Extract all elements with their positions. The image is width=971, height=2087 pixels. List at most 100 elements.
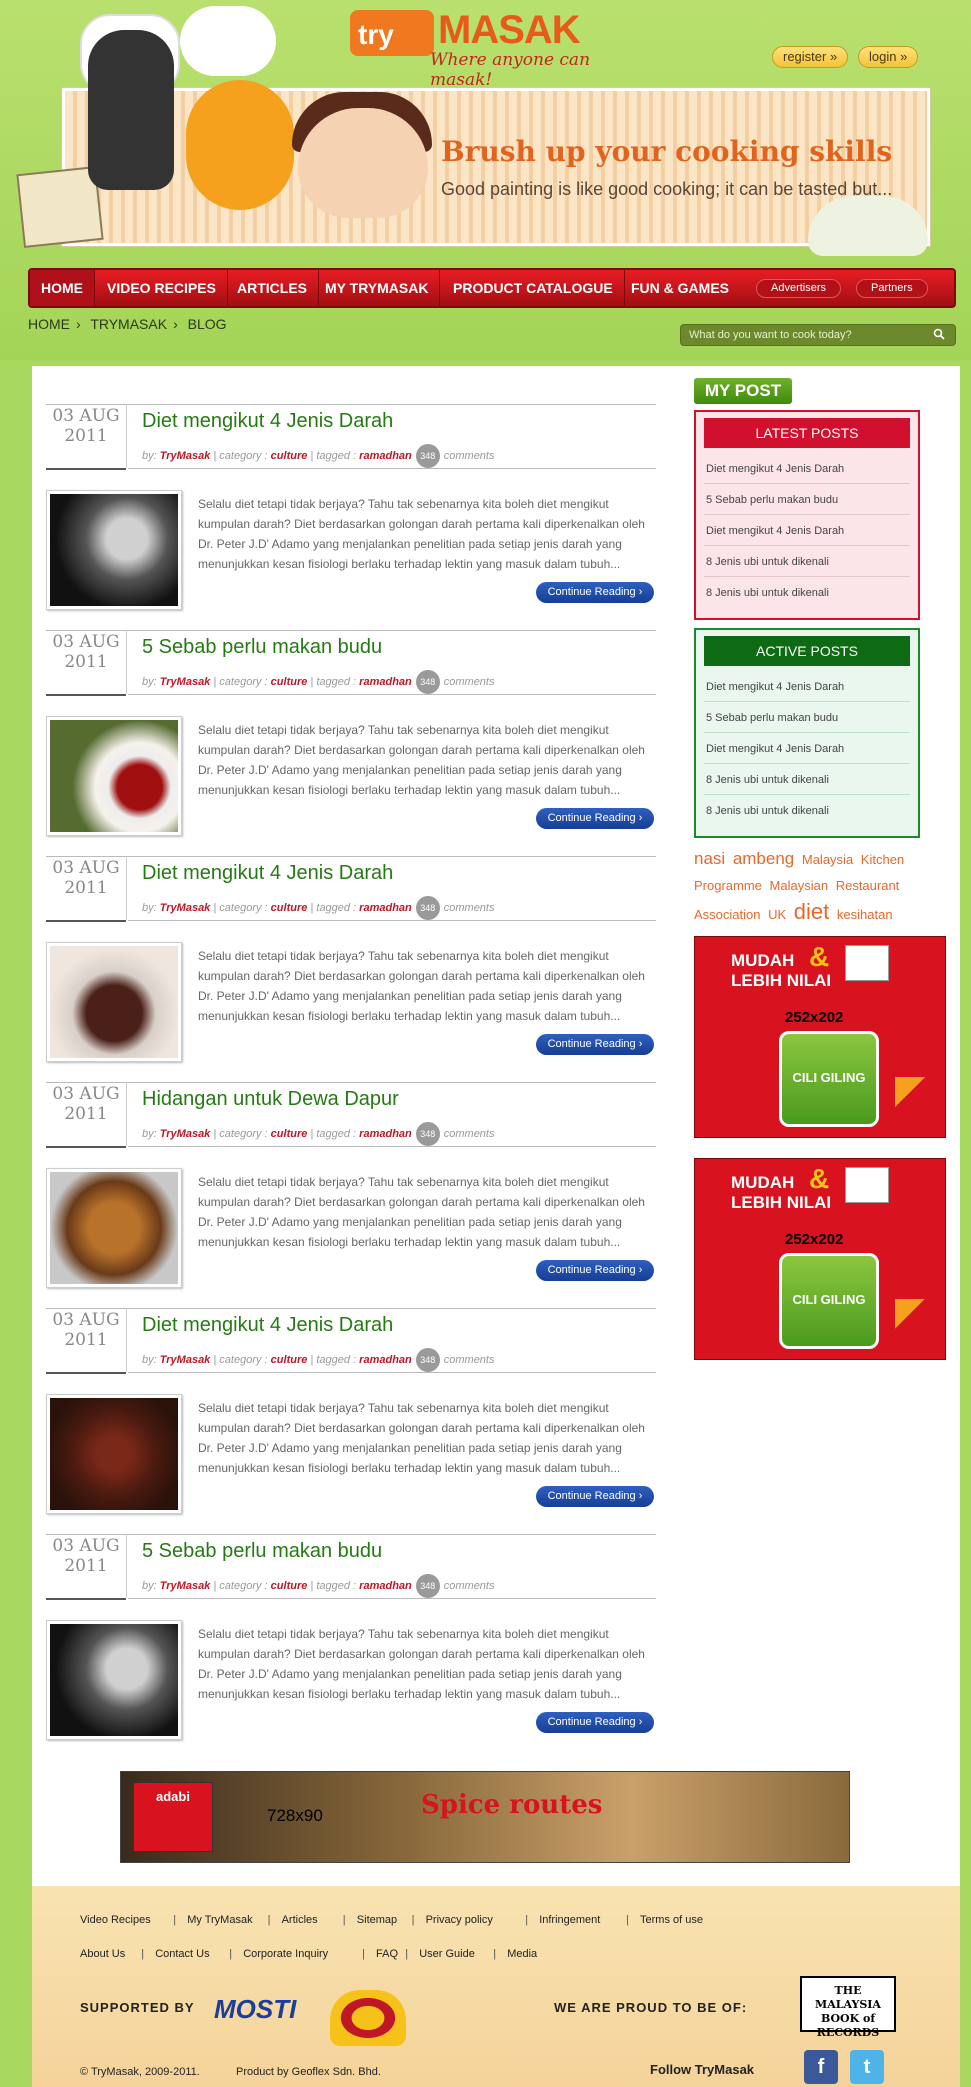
tag-link[interactable]: Kitchen: [861, 852, 904, 867]
post-author[interactable]: TryMasak: [160, 1580, 211, 1592]
nav-product-catalogue[interactable]: PRODUCT CATALOGUE: [442, 270, 625, 306]
latest-post-link[interactable]: 5 Sebab perlu makan budu: [704, 485, 910, 515]
post-author[interactable]: TryMasak: [160, 450, 211, 462]
comment-count-badge[interactable]: 348: [415, 896, 440, 920]
continue-reading-button[interactable]: Continue Reading ›: [536, 582, 654, 603]
comment-count-badge[interactable]: 348: [415, 670, 440, 694]
footer-link[interactable]: Video Recipes: [80, 1914, 151, 1926]
tag-link[interactable]: Programme: [694, 878, 762, 893]
login-button[interactable]: login »: [858, 46, 919, 68]
continue-reading-button[interactable]: Continue Reading ›: [536, 1712, 654, 1733]
footer-link[interactable]: Terms of use: [640, 1914, 703, 1926]
nav-home[interactable]: HOME: [30, 270, 95, 306]
nav-fun-games[interactable]: FUN & GAMES: [620, 270, 740, 306]
latest-post-link[interactable]: Diet mengikut 4 Jenis Darah: [704, 516, 910, 546]
comment-count-badge[interactable]: 348: [415, 1122, 440, 1146]
post-title[interactable]: Hidangan untuk Dewa Dapur: [142, 1088, 399, 1111]
tag-link[interactable]: Malaysian: [770, 878, 829, 893]
post-thumbnail[interactable]: [46, 1620, 182, 1740]
active-post-link[interactable]: 8 Jenis ubi untuk dikenali: [704, 796, 910, 826]
active-post-link[interactable]: Diet mengikut 4 Jenis Darah: [704, 734, 910, 764]
post-author[interactable]: TryMasak: [160, 902, 211, 914]
post-category[interactable]: culture: [271, 1354, 308, 1366]
post-tag[interactable]: ramadhan: [359, 902, 412, 914]
post-thumbnail[interactable]: [46, 1394, 182, 1514]
continue-reading-button[interactable]: Continue Reading ›: [536, 1486, 654, 1507]
footer-link[interactable]: Sitemap: [357, 1914, 397, 1926]
comment-count-badge[interactable]: 348: [415, 444, 440, 468]
post-title[interactable]: 5 Sebab perlu makan budu: [142, 1540, 382, 1563]
post-title[interactable]: 5 Sebab perlu makan budu: [142, 636, 382, 659]
register-button[interactable]: register »: [772, 46, 849, 68]
post-thumbnail[interactable]: [46, 1168, 182, 1288]
post-category[interactable]: culture: [271, 1128, 308, 1140]
footer-link[interactable]: About Us: [80, 1948, 125, 1960]
comment-count-badge[interactable]: 348: [415, 1574, 440, 1598]
post-category[interactable]: culture: [271, 450, 308, 462]
sidebar-ad-1[interactable]: MUDAH LEBIH NILAI & CILI GILING 252x202: [694, 936, 946, 1138]
post-thumbnail[interactable]: [46, 942, 182, 1062]
post-tag[interactable]: ramadhan: [359, 676, 412, 688]
breadcrumb-home[interactable]: HOME: [28, 316, 70, 332]
active-post-link[interactable]: 8 Jenis ubi untuk dikenali: [704, 765, 910, 795]
nav-articles[interactable]: ARTICLES: [226, 270, 319, 306]
breadcrumb-trymasak[interactable]: TRYMASAK: [90, 316, 167, 332]
continue-reading-button[interactable]: Continue Reading ›: [536, 808, 654, 829]
latest-post-link[interactable]: 8 Jenis ubi untuk dikenali: [704, 578, 910, 608]
post-title[interactable]: Diet mengikut 4 Jenis Darah: [142, 1314, 393, 1337]
post-tag[interactable]: ramadhan: [359, 1128, 412, 1140]
tag-link[interactable]: diet: [794, 899, 829, 924]
latest-post-link[interactable]: Diet mengikut 4 Jenis Darah: [704, 454, 910, 484]
mosti-logo[interactable]: MOSTI: [214, 1994, 296, 2025]
post-author[interactable]: TryMasak: [160, 1354, 211, 1366]
post-author[interactable]: TryMasak: [160, 1128, 211, 1140]
search-icon[interactable]: [933, 328, 947, 342]
site-logo[interactable]: try MASAK Where anyone can masak!: [350, 6, 650, 90]
tag-link[interactable]: ambeng: [733, 849, 794, 868]
post-title[interactable]: Diet mengikut 4 Jenis Darah: [142, 862, 393, 885]
nav-video-recipes[interactable]: VIDEO RECIPES: [96, 270, 228, 306]
tag-link[interactable]: Restaurant: [836, 878, 900, 893]
tag-link[interactable]: UK: [768, 907, 786, 922]
tag-link[interactable]: Malaysia: [802, 852, 853, 867]
post-category[interactable]: culture: [271, 1580, 308, 1592]
sidebar-ad-2[interactable]: MUDAH LEBIH NILAI & CILI GILING 252x202: [694, 1158, 946, 1360]
continue-reading-button[interactable]: Continue Reading ›: [536, 1034, 654, 1055]
footer-link[interactable]: Infringement: [539, 1914, 600, 1926]
meta-tagged-label: tagged :: [316, 901, 357, 914]
tag-link[interactable]: nasi: [694, 849, 725, 868]
footer-link[interactable]: FAQ: [376, 1948, 398, 1960]
post-author[interactable]: TryMasak: [160, 676, 211, 688]
search-input[interactable]: [689, 327, 929, 343]
footer-link[interactable]: Media: [507, 1948, 537, 1960]
post-title[interactable]: Diet mengikut 4 Jenis Darah: [142, 410, 393, 433]
latest-post-link[interactable]: 8 Jenis ubi untuk dikenali: [704, 547, 910, 577]
facebook-icon[interactable]: f: [804, 2050, 838, 2084]
post-category[interactable]: culture: [271, 902, 308, 914]
post-tag[interactable]: ramadhan: [359, 450, 412, 462]
footer-link[interactable]: User Guide: [419, 1948, 475, 1960]
footer-link[interactable]: Contact Us: [155, 1948, 209, 1960]
nav-partners[interactable]: Partners: [856, 279, 928, 298]
footer-link[interactable]: Articles: [282, 1914, 318, 1926]
active-post-link[interactable]: Diet mengikut 4 Jenis Darah: [704, 672, 910, 702]
post-category[interactable]: culture: [271, 676, 308, 688]
twitter-icon[interactable]: t: [850, 2050, 884, 2084]
post-tag[interactable]: ramadhan: [359, 1580, 412, 1592]
nav-my-trymasak[interactable]: MY TRYMASAK: [314, 270, 441, 306]
footer-link[interactable]: Corporate Inquiry: [243, 1948, 328, 1960]
active-post-link[interactable]: 5 Sebab perlu makan budu: [704, 703, 910, 733]
tag-link[interactable]: kesihatan: [837, 907, 893, 922]
post-thumbnail[interactable]: [46, 716, 182, 836]
footer-link[interactable]: Privacy policy: [426, 1914, 493, 1926]
continue-reading-button[interactable]: Continue Reading ›: [536, 1260, 654, 1281]
malaysia-book-of-records-logo[interactable]: THE MALAYSIA BOOK of RECORDS: [800, 1976, 896, 2039]
post-thumbnail[interactable]: [46, 490, 182, 610]
breadcrumb-blog[interactable]: BLOG: [188, 316, 227, 332]
post-tag[interactable]: ramadhan: [359, 1354, 412, 1366]
comment-count-badge[interactable]: 348: [415, 1348, 440, 1372]
footer-link[interactable]: My TryMasak: [187, 1914, 252, 1926]
tag-link[interactable]: Association: [694, 907, 760, 922]
nav-advertisers[interactable]: Advertisers: [756, 279, 842, 298]
leaderboard-ad[interactable]: adabi 728x90 Spice routes: [120, 1771, 850, 1863]
